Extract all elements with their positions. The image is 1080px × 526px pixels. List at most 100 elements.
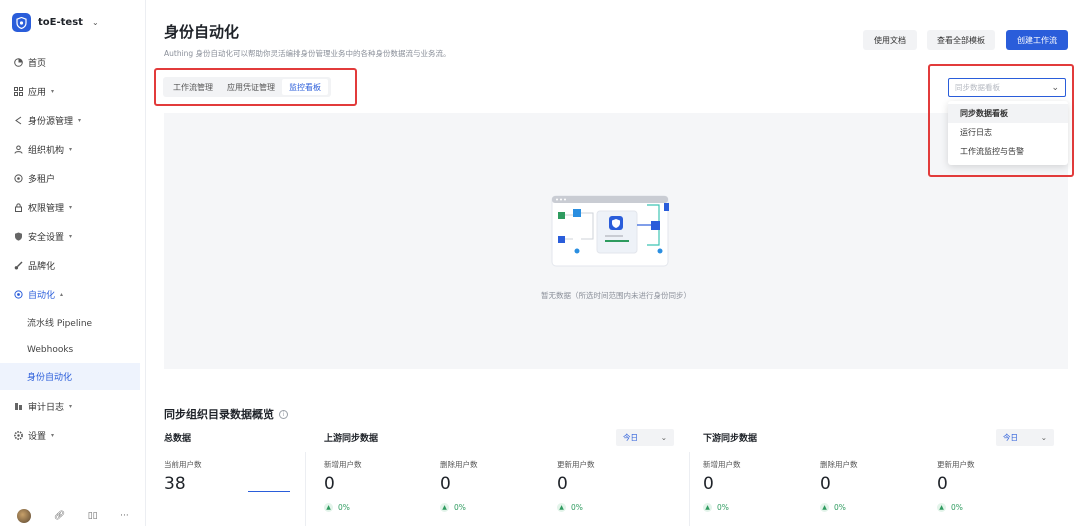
sidebar-nav: 首页 应用 ▾ 身份源管理 ▾ 组织机构 ▾ 多租户 权限管理 ▾ 安全设置 ▾… [0,48,146,450]
sidebar-item-home[interactable]: 首页 [0,48,146,77]
sidebar-item-organization[interactable]: 组织机构 ▾ [0,135,146,164]
sidebar-item-automation[interactable]: 自动化 ▴ [0,280,146,309]
link-icon[interactable]: 🔗︎ [54,511,65,521]
tab-monitoring-dashboard[interactable]: 监控看板 [282,79,328,95]
dropdown-option[interactable]: 运行日志 [948,123,1068,142]
sidebar-item-security[interactable]: 安全设置 ▾ [0,222,146,251]
arrow-up-icon: ▲ [440,503,449,512]
divider [689,452,690,526]
org-switcher[interactable]: toE-test ⌄ [12,13,99,32]
pie-chart-icon [13,58,23,68]
metric-label: 当前用户数 [164,460,202,469]
metric-value: 0 [937,474,948,494]
sidebar-item-label: 安全设置 [28,233,65,243]
tab-bar: 工作流管理 应用凭证管理 监控看板 [163,77,331,97]
apps-icon [13,87,23,97]
sidebar-item-label: 组织机构 [28,146,65,156]
sidebar-subitem-webhooks[interactable]: Webhooks [0,336,146,363]
sidebar: toE-test ⌄ 首页 应用 ▾ 身份源管理 ▾ 组织机构 ▾ 多租户 权限… [0,0,146,526]
arrow-up-icon: ▲ [557,503,566,512]
sidebar-item-apps[interactable]: 应用 ▾ [0,77,146,106]
chevron-up-icon: ▴ [60,291,64,298]
sidebar-item-label: 设置 [28,432,47,442]
range-label: 今日 [623,433,638,442]
dropdown-option[interactable]: 工作流监控与告警 [948,142,1068,161]
metric-value: 0 [820,474,831,494]
sidebar-item-label: 首页 [28,59,47,69]
sidebar-item-audit-log[interactable]: 审计日志 ▾ [0,392,146,421]
sidebar-subitem-identity-automation[interactable]: 身份自动化 [0,363,140,390]
upstream-range-select[interactable]: 今日 ⌄ [616,429,674,446]
page-description: Authing 身份自动化可以帮助你灵活编排身份管理业务中的各种身份数据流与业务… [164,49,451,58]
metric-value: 38 [164,474,186,494]
metric-change-value: 0% [571,503,583,512]
upstream-title: 上游同步数据 [324,434,379,444]
sidebar-item-label: Webhooks [27,344,74,355]
chevron-down-icon: ▾ [69,233,73,240]
sidebar-item-settings[interactable]: 设置 ▾ [0,421,146,450]
book-icon[interactable]: ▯▯ [88,511,98,521]
chevron-down-icon: ▾ [51,88,55,95]
metric-value: 0 [440,474,451,494]
create-workflow-button[interactable]: 创建工作流 [1006,30,1068,50]
tab-workflow-management[interactable]: 工作流管理 [166,79,220,95]
sidebar-item-label: 品牌化 [28,262,56,272]
metric-change-value: 0% [834,503,846,512]
tab-app-credentials[interactable]: 应用凭证管理 [220,79,282,95]
metric-change-value: 0% [717,503,729,512]
brush-icon [13,261,23,271]
chevron-down-icon: ▾ [69,204,73,211]
view-templates-button[interactable]: 查看全部模板 [927,30,995,50]
divider [305,452,306,526]
total-data-title: 总数据 [164,434,192,444]
arrow-up-icon: ▲ [937,503,946,512]
empty-state-text: 暂无数据（所选时间范围内未进行身份同步） [541,291,691,300]
dashboard-select[interactable]: 同步数据看板 ⌄ [948,78,1066,97]
metric-change: ▲ 0% [324,503,350,512]
sidebar-item-label: 权限管理 [28,204,65,214]
info-icon[interactable]: i [279,409,288,419]
automation-icon [13,290,23,300]
page-title: 身份自动化 [164,23,240,41]
chevron-down-icon: ⌄ [91,18,99,27]
sidebar-item-tenants[interactable]: 多租户 [0,164,146,193]
downstream-range-select[interactable]: 今日 ⌄ [996,429,1054,446]
empty-illustration [551,195,669,267]
chevron-down-icon: ⌄ [660,433,667,442]
sidebar-item-branding[interactable]: 品牌化 [0,251,146,280]
metric-change-value: 0% [454,503,466,512]
metric-label: 更新用户数 [557,460,595,469]
downstream-title: 下游同步数据 [703,434,758,444]
lock-icon [13,203,23,213]
metric-change-value: 0% [338,503,350,512]
sidebar-item-label: 流水线 Pipeline [27,319,93,329]
overview-title: 同步组织目录数据概览 i [164,406,288,422]
chevron-down-icon: ▾ [51,432,55,439]
avatar[interactable] [17,509,32,523]
metric-label: 新增用户数 [324,460,362,469]
more-icon[interactable]: ··· [120,511,129,521]
metric-value: 0 [557,474,568,494]
docs-button[interactable]: 使用文档 [863,30,917,50]
metric-change: ▲ 0% [703,503,729,512]
sidebar-item-identity-sources[interactable]: 身份源管理 ▾ [0,106,146,135]
audit-icon [13,402,23,412]
sidebar-item-label: 应用 [28,88,47,98]
sidebar-subitem-pipeline[interactable]: 流水线 Pipeline [0,309,146,336]
sidebar-item-permissions[interactable]: 权限管理 ▾ [0,193,146,222]
gear-icon [13,431,23,441]
overview-title-text: 同步组织目录数据概览 [164,408,274,421]
org-name: toE-test [38,17,83,28]
dropdown-option[interactable]: 同步数据看板 [948,104,1068,123]
arrow-up-icon: ▲ [820,503,829,512]
arrow-up-icon: ▲ [324,503,333,512]
sparkline [248,491,290,492]
share-icon [13,116,23,126]
arrow-up-icon: ▲ [703,503,712,512]
range-label: 今日 [1003,433,1018,442]
chevron-down-icon: ▾ [69,403,73,410]
chevron-down-icon: ▾ [78,117,82,124]
sidebar-footer: 🔗︎ ▯▯ ··· [0,506,146,526]
metric-label: 新增用户数 [703,460,741,469]
sidebar-item-label: 审计日志 [28,403,65,413]
